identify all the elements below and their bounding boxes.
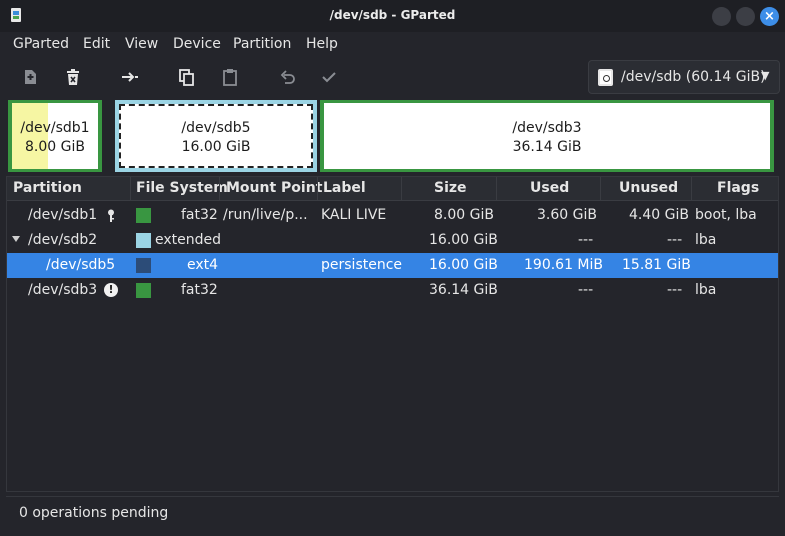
expander-icon[interactable] (12, 236, 20, 242)
column-flags[interactable]: Flags (717, 180, 759, 196)
delete-partition-button[interactable] (64, 68, 82, 86)
cell-size: 16.00 GiB (429, 257, 498, 273)
cell-flags: lba (695, 282, 717, 298)
device-label: /dev/sdb (60.14 GiB) (621, 69, 766, 85)
menu-edit[interactable]: Edit (83, 36, 110, 52)
window-title: /dev/sdb - GParted (329, 8, 456, 22)
status-bar: 0 operations pending (6, 496, 779, 530)
close-icon: × (764, 9, 775, 24)
disk-icon (598, 69, 613, 86)
graphic-partition-sdb5[interactable]: /dev/sdb5 16.00 GiB (119, 104, 313, 168)
paste-button[interactable] (221, 68, 239, 86)
cell-size: 36.14 GiB (429, 282, 498, 298)
column-label[interactable]: Label (323, 180, 366, 196)
cell-filesystem: extended (155, 232, 222, 248)
graphic-sdb5-size: 16.00 GiB (181, 139, 251, 155)
graphic-partition-sdb2-extended[interactable]: /dev/sdb5 16.00 GiB (115, 100, 317, 172)
cell-flags: lba (695, 232, 717, 248)
column-unused[interactable]: Unused (619, 180, 678, 196)
menu-partition[interactable]: Partition (233, 36, 291, 52)
checkmark-icon (322, 72, 336, 83)
filesystem-color-swatch (136, 283, 151, 298)
cell-used: 3.60 GiB (537, 207, 597, 223)
cell-unused: 15.81 GiB (622, 257, 691, 273)
menu-help[interactable]: Help (306, 36, 338, 52)
graphic-sdb3-size: 36.14 GiB (512, 139, 582, 155)
copy-button[interactable] (178, 68, 196, 86)
cell-partition: /dev/sdb2 (28, 232, 98, 248)
graphic-sdb1-name: /dev/sdb1 (20, 120, 90, 136)
filesystem-color-swatch (136, 233, 151, 248)
resize-move-icon (122, 72, 138, 82)
table-row-sdb3[interactable]: /dev/sdb3 ! fat32 36.14 GiB --- --- lba (7, 278, 778, 303)
new-partition-icon (25, 70, 36, 84)
operations-status: 0 operations pending (19, 505, 169, 521)
menu-gparted[interactable]: GParted (13, 36, 69, 52)
cell-label: persistence (321, 257, 403, 273)
cell-used: --- (578, 232, 594, 248)
filesystem-color-swatch (136, 258, 151, 273)
cell-size: 16.00 GiB (429, 232, 498, 248)
cell-size: 8.00 GiB (434, 207, 494, 223)
table-header: Partition File System Mount Point Label … (7, 177, 778, 201)
column-mount-point[interactable]: Mount Point (226, 180, 322, 196)
close-button[interactable]: × (760, 7, 779, 26)
column-partition[interactable]: Partition (13, 180, 82, 196)
paste-icon (223, 69, 237, 86)
menu-view[interactable]: View (125, 36, 158, 52)
maximize-button[interactable] (736, 7, 755, 26)
delete-icon (67, 69, 79, 85)
minimize-button[interactable] (712, 7, 731, 26)
partition-graphic: /dev/sdb1 8.00 GiB /dev/sdb5 16.00 GiB /… (8, 100, 778, 172)
cell-filesystem: fat32 (181, 207, 218, 223)
undo-button[interactable] (279, 68, 297, 86)
table-row-sdb2[interactable]: /dev/sdb2 extended 16.00 GiB --- --- lba (7, 228, 778, 253)
cell-partition: /dev/sdb3 (28, 282, 98, 298)
cell-partition: /dev/sdb1 (28, 207, 98, 223)
chevron-down-icon: ▼ (761, 69, 770, 82)
warning-icon[interactable]: ! (104, 283, 118, 297)
column-used[interactable]: Used (530, 180, 569, 196)
new-partition-button[interactable] (21, 68, 39, 86)
key-icon (108, 209, 114, 222)
table-row-sdb1[interactable]: /dev/sdb1 fat32 /run/live/p... KALI LIVE… (7, 203, 778, 228)
graphic-sdb3-name: /dev/sdb3 (512, 120, 582, 136)
menu-bar: GParted Edit View Device Partition Help (0, 32, 785, 58)
cell-mount-point: /run/live/p... (223, 207, 308, 223)
device-selector[interactable]: /dev/sdb (60.14 GiB) ▼ (588, 60, 780, 94)
column-size[interactable]: Size (434, 180, 467, 196)
graphic-sdb1-size: 8.00 GiB (25, 139, 85, 155)
graphic-sdb5-name: /dev/sdb5 (181, 120, 251, 136)
copy-icon (179, 69, 194, 86)
graphic-partition-sdb3[interactable]: /dev/sdb3 36.14 GiB (320, 100, 774, 172)
cell-used: --- (578, 282, 594, 298)
table-row-sdb5[interactable]: /dev/sdb5 ext4 persistence 16.00 GiB 190… (7, 253, 778, 278)
column-file-system[interactable]: File System (136, 180, 228, 196)
cell-filesystem: ext4 (187, 257, 219, 273)
cell-filesystem: fat32 (181, 282, 218, 298)
undo-icon (280, 70, 295, 84)
partition-table: Partition File System Mount Point Label … (6, 176, 779, 492)
cell-used: 190.61 MiB (524, 257, 604, 273)
cell-label: KALI LIVE (321, 207, 387, 223)
apply-button[interactable] (320, 68, 338, 86)
resize-move-button[interactable] (121, 68, 139, 86)
cell-unused: --- (667, 282, 683, 298)
menu-device[interactable]: Device (173, 36, 221, 52)
cell-unused: 4.40 GiB (629, 207, 689, 223)
graphic-partition-sdb1[interactable]: /dev/sdb1 8.00 GiB (8, 100, 102, 172)
cell-partition: /dev/sdb5 (46, 257, 116, 273)
title-bar: /dev/sdb - GParted × (0, 0, 785, 32)
filesystem-color-swatch (136, 208, 151, 223)
cell-flags: boot, lba (695, 207, 757, 223)
cell-unused: --- (667, 232, 683, 248)
